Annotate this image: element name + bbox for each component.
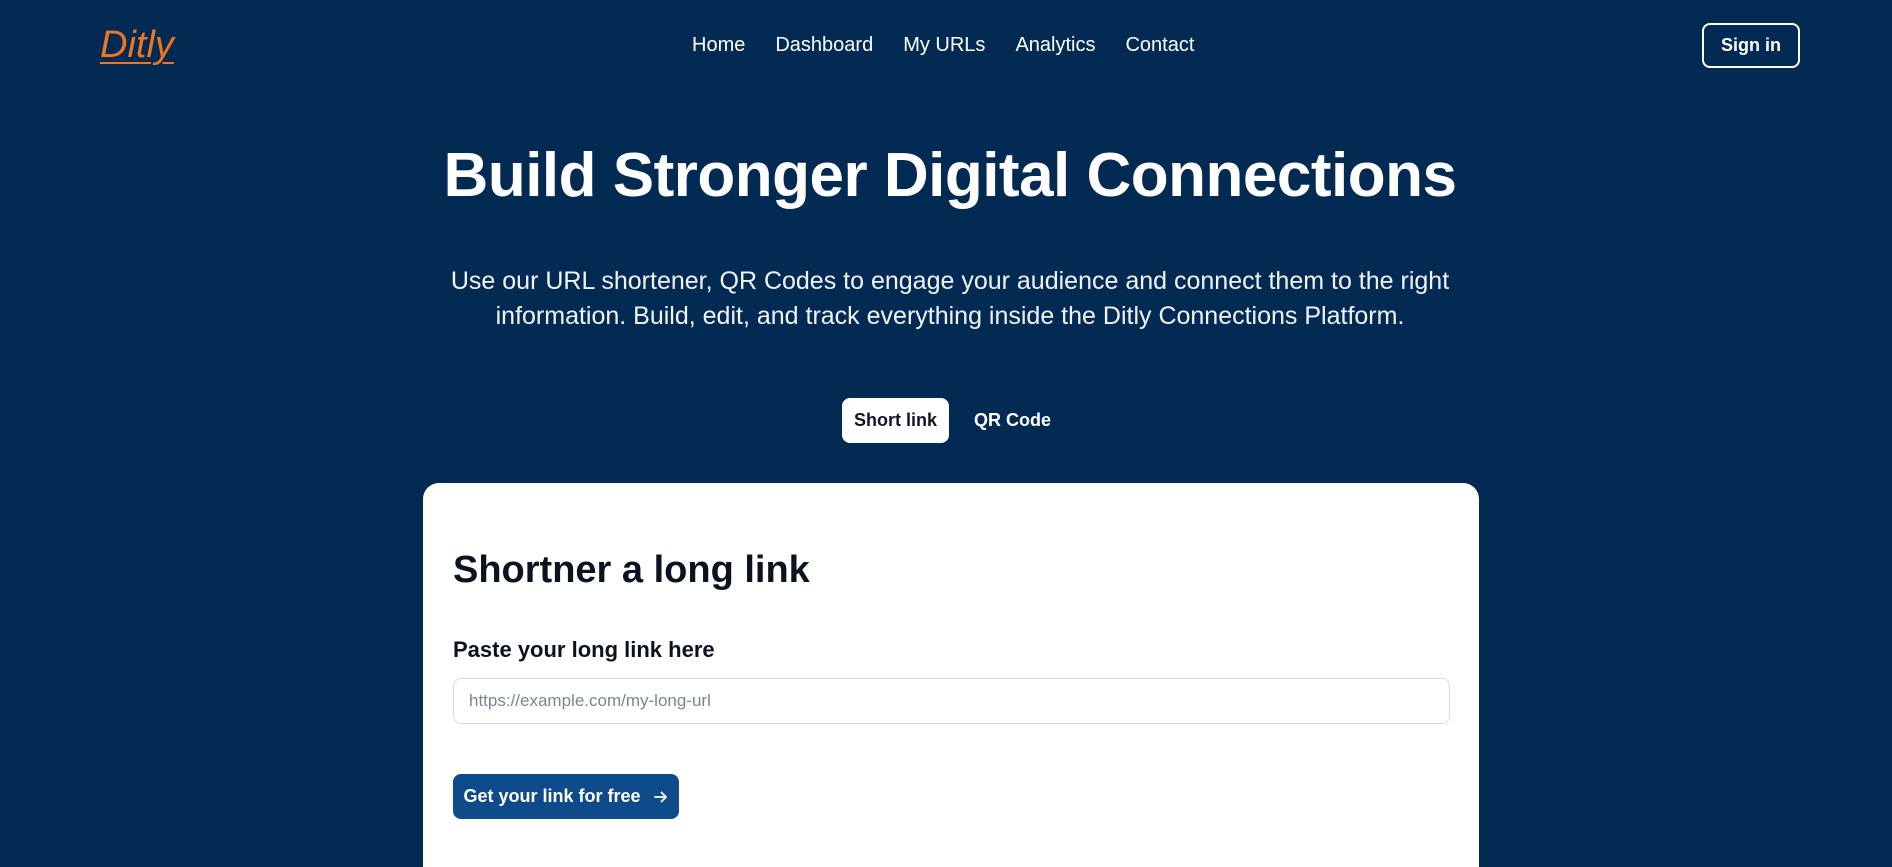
nav-dashboard[interactable]: Dashboard bbox=[775, 34, 873, 57]
main-nav: Home Dashboard My URLs Analytics Contact bbox=[692, 34, 1194, 57]
nav-home[interactable]: Home bbox=[692, 34, 745, 57]
logo[interactable]: Ditly bbox=[100, 24, 174, 67]
sign-in-button[interactable]: Sign in bbox=[1702, 23, 1800, 68]
long-link-label: Paste your long link here bbox=[453, 637, 715, 662]
hero-subtitle: Use our URL shortener, QR Codes to engag… bbox=[450, 267, 1450, 330]
card-title: Shortner a long link bbox=[453, 549, 810, 591]
hero-title: Build Stronger Digital Connections bbox=[443, 141, 1457, 210]
get-link-button[interactable]: Get your link for free bbox=[453, 774, 679, 819]
tab-qr-code[interactable]: QR Code bbox=[959, 398, 1066, 443]
nav-my-urls[interactable]: My URLs bbox=[903, 34, 985, 57]
tabs: Short link QR Code bbox=[842, 398, 1066, 443]
tab-short-link[interactable]: Short link bbox=[842, 398, 949, 443]
arrow-right-icon bbox=[653, 789, 669, 805]
shorten-card: Shortner a long link Paste your long lin… bbox=[423, 483, 1479, 867]
long-link-input[interactable] bbox=[453, 678, 1450, 724]
nav-contact[interactable]: Contact bbox=[1125, 34, 1194, 57]
page: Ditly Home Dashboard My URLs Analytics C… bbox=[0, 0, 1892, 867]
nav-analytics[interactable]: Analytics bbox=[1015, 34, 1095, 57]
get-link-button-label: Get your link for free bbox=[463, 786, 641, 806]
